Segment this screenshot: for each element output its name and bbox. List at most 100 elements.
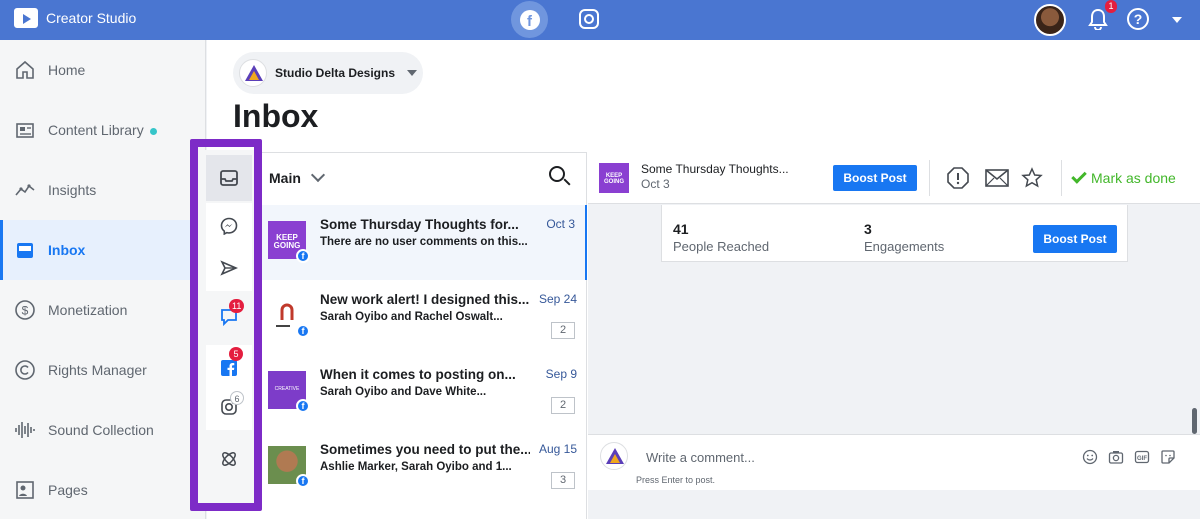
scrollbar[interactable]	[1192, 408, 1197, 434]
chevron-down-icon	[310, 167, 325, 183]
app-title: Creator Studio	[46, 10, 137, 26]
conversation-subtitle: Ashlie Marker, Sarah Oyibo and 1...	[320, 461, 512, 473]
facebook-badge-icon: f	[296, 474, 310, 488]
people-reached-value: 41	[673, 221, 689, 237]
left-sidebar: Home Content Library Insights Inbox $ Mo…	[0, 40, 206, 519]
facebook-badge-icon: f	[296, 249, 310, 263]
instagram-tab-icon[interactable]	[579, 9, 599, 29]
engagements-label: Engagements	[864, 239, 945, 254]
page-name: Studio Delta Designs	[275, 66, 396, 80]
detail-date: Oct 3	[641, 177, 670, 191]
sidebar-item-label: Rights Manager	[48, 362, 147, 378]
engagements-value: 3	[864, 221, 872, 237]
sidebar-item-content-library[interactable]: Content Library	[0, 100, 206, 160]
top-bar	[0, 0, 1200, 40]
conversation-date: Oct 3	[546, 217, 575, 231]
sticker-icon[interactable]	[1160, 449, 1176, 465]
sidebar-item-label: Sound Collection	[48, 422, 154, 438]
facebook-badge-icon: f	[296, 324, 310, 338]
page-switcher[interactable]: Studio Delta Designs	[233, 52, 423, 94]
list-item[interactable]: CREATIVE f When it comes to posting on..…	[262, 355, 587, 430]
account-menu-chevron-icon[interactable]	[1172, 17, 1182, 23]
sidebar-item-label: Monetization	[48, 302, 128, 318]
conversation-date: Sep 24	[538, 292, 577, 306]
mark-done-label: Mark as done	[1091, 170, 1176, 186]
conversation-date: Sep 9	[545, 367, 577, 381]
post-thumbnail: f	[268, 446, 310, 488]
sidebar-item-label: Insights	[48, 182, 97, 198]
list-item[interactable]: f New work alert! I designed this... Sar…	[262, 280, 587, 355]
boost-post-button[interactable]: Boost Post	[833, 165, 917, 191]
post-stats-card: 41 People Reached 3 Engagements Boost Po…	[661, 205, 1128, 262]
sidebar-item-home[interactable]: Home	[0, 40, 206, 100]
sidebar-item-label: Home	[48, 62, 86, 78]
sidebar-item-inbox[interactable]: Inbox	[0, 220, 206, 280]
app-brand[interactable]: Creator Studio	[14, 8, 136, 28]
search-icon[interactable]	[549, 166, 565, 182]
sidebar-item-label: Inbox	[48, 242, 86, 258]
sidebar-item-rights-manager[interactable]: Rights Manager	[0, 340, 206, 400]
post-thumbnail: KEEP GOING	[599, 163, 629, 193]
facebook-icon: f	[519, 9, 540, 30]
creator-studio-logo-icon	[14, 8, 38, 28]
notifications-bell-icon[interactable]	[1087, 8, 1109, 30]
comment-input[interactable]: Write a comment...	[646, 450, 755, 465]
thumbnail-text: KEEP GOING	[603, 173, 624, 185]
inbox-folder-dropdown[interactable]: Main	[269, 167, 325, 186]
highlight-frame	[190, 139, 262, 511]
conversation-title: Sometimes you need to put the...	[320, 442, 530, 457]
sidebar-item-pages[interactable]: Pages	[0, 460, 206, 519]
conversation-subtitle: Sarah Oyibo and Rachel Oswalt...	[320, 311, 503, 323]
comment-count: 3	[551, 472, 575, 489]
emoji-icon[interactable]	[1082, 449, 1098, 465]
conversation-title: New work alert! I designed this...	[320, 292, 530, 307]
sidebar-item-label: Pages	[48, 482, 88, 498]
home-icon	[16, 60, 34, 79]
content-library-label: Content Library	[48, 122, 144, 138]
conversation-subtitle: Sarah Oyibo and Dave White...	[320, 386, 487, 398]
camera-icon[interactable]	[1108, 449, 1124, 465]
facebook-tab-button[interactable]: f	[511, 1, 548, 38]
dollar-icon: $	[15, 300, 35, 320]
gif-icon[interactable]: GIF	[1134, 449, 1150, 465]
svg-text:GIF: GIF	[1137, 456, 1147, 462]
user-avatar[interactable]	[1034, 4, 1066, 36]
new-content-dot	[149, 128, 157, 135]
svg-text:$: $	[22, 304, 29, 318]
sidebar-item-sound-collection[interactable]: Sound Collection	[0, 400, 206, 460]
composer-hint: Press Enter to post.	[636, 475, 716, 485]
thumbnail-text: KEEP GOING	[273, 233, 301, 250]
report-icon[interactable]	[946, 166, 970, 190]
star-icon[interactable]	[1021, 167, 1043, 189]
content-library-icon	[16, 123, 34, 138]
conversation-subtitle: There are no user comments on this...	[320, 236, 528, 248]
post-thumbnail: KEEP GOING f	[268, 221, 310, 263]
insights-icon	[15, 184, 35, 196]
page-title: Inbox	[233, 98, 319, 134]
notification-badge: 1	[1105, 0, 1117, 13]
page-avatar	[600, 442, 628, 470]
conversation-date: Aug 15	[538, 442, 577, 456]
help-icon[interactable]: ?	[1127, 8, 1149, 30]
sound-wave-icon	[15, 422, 35, 438]
pages-icon	[16, 481, 34, 499]
comment-count: 2	[551, 322, 575, 339]
mark-as-done-button[interactable]: Mark as done	[1071, 168, 1176, 186]
people-reached-label: People Reached	[673, 239, 770, 254]
thumbnail-text: CREATIVE	[274, 386, 300, 392]
folder-label: Main	[269, 170, 301, 186]
facebook-badge-icon: f	[296, 399, 310, 413]
list-item[interactable]: KEEP GOING f Some Thursday Thoughts for.…	[262, 205, 587, 280]
list-item[interactable]: f Sometimes you need to put the... Ashli…	[262, 430, 587, 505]
sidebar-item-insights[interactable]: Insights	[0, 160, 206, 220]
sidebar-item-label: Content Library	[48, 122, 157, 138]
sidebar-item-monetization[interactable]: $ Monetization	[0, 280, 206, 340]
detail-title: Some Thursday Thoughts...	[641, 162, 789, 176]
comment-count: 2	[551, 397, 575, 414]
mail-icon[interactable]	[985, 168, 1009, 188]
boost-post-button[interactable]: Boost Post	[1033, 225, 1117, 253]
header-divider	[929, 160, 930, 196]
post-thumbnail: f	[268, 296, 310, 338]
inbox-icon	[17, 243, 33, 258]
chevron-down-icon	[407, 70, 418, 76]
